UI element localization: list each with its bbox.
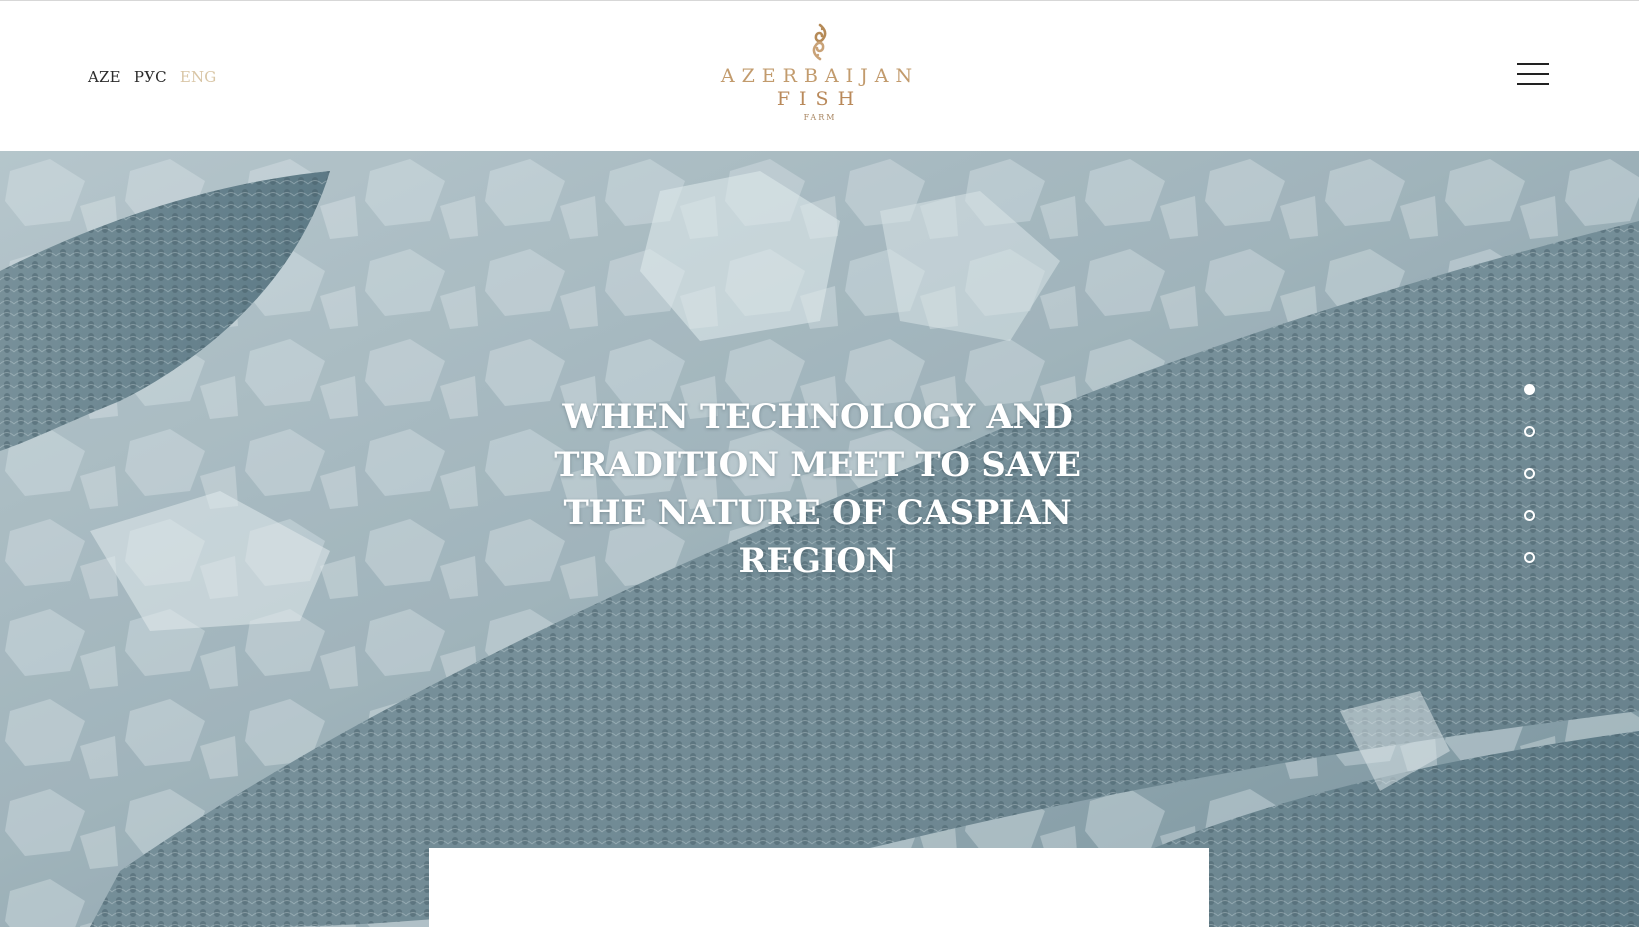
site-logo[interactable]: AZERBAIJAN FISH FARM [700, 23, 940, 133]
language-switcher: AZE РУС ENG [88, 68, 217, 86]
site-header: AZE РУС ENG AZERBAIJAN FISH FARM [0, 0, 1639, 151]
slide-dot-1[interactable] [1524, 384, 1535, 395]
twin-fish-icon [812, 23, 827, 61]
slide-dot-5[interactable] [1524, 552, 1535, 563]
lang-eng[interactable]: ENG [180, 68, 217, 86]
hamburger-menu-icon[interactable] [1517, 63, 1549, 85]
lang-rus[interactable]: РУС [134, 68, 167, 86]
content-card [429, 848, 1209, 927]
hero-headline: WHEN TECHNOLOGY AND TRADITION MEET TO SA… [554, 396, 1081, 581]
logo-text-farm: FARM [803, 113, 837, 122]
slide-dot-3[interactable] [1524, 468, 1535, 479]
hero-section: WHEN TECHNOLOGY AND TRADITION MEET TO SA… [0, 151, 1639, 927]
lang-aze[interactable]: AZE [88, 68, 121, 86]
logo-text-azerbaijan: AZERBAIJAN [720, 65, 920, 87]
slide-dot-4[interactable] [1524, 510, 1535, 521]
slide-dot-2[interactable] [1524, 426, 1535, 437]
logo-text-fish: FISH [776, 88, 864, 110]
slide-pagination [1524, 384, 1540, 594]
